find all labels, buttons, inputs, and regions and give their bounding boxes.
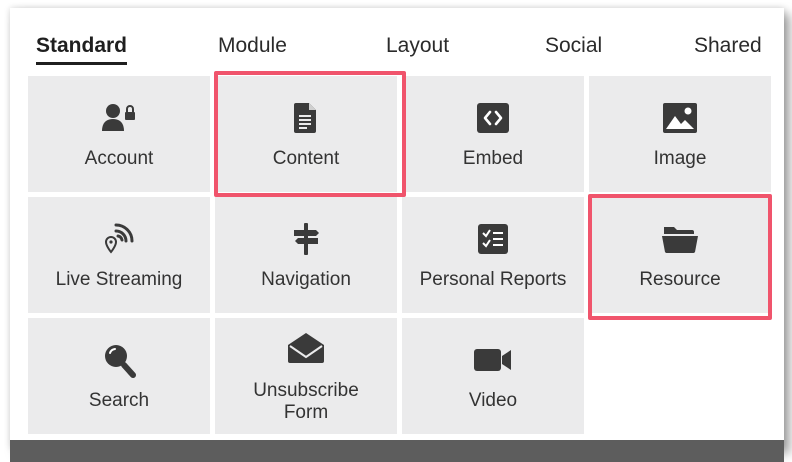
tile-unsubscribe-form-label-line2: Form xyxy=(283,402,329,423)
tile-image[interactable]: Image xyxy=(589,76,771,192)
tile-video-label: Video xyxy=(468,390,518,411)
tab-bar: Standard Module Layout Social Shared xyxy=(10,8,784,74)
tile-live-streaming-label: Live Streaming xyxy=(55,269,183,290)
account-lock-icon xyxy=(28,100,210,136)
widget-picker-panel: Standard Module Layout Social Shared Acc… xyxy=(10,8,784,448)
tab-module[interactable]: Module xyxy=(218,34,287,58)
widget-grid: Account Content Embed Image Live Streami… xyxy=(28,76,786,446)
tile-embed-label: Embed xyxy=(462,148,524,169)
tile-unsubscribe-form[interactable]: Unsubscribe Form xyxy=(215,318,397,434)
image-icon xyxy=(589,100,771,136)
tile-content-label: Content xyxy=(272,148,340,169)
tile-search[interactable]: Search xyxy=(28,318,210,434)
tab-social[interactable]: Social xyxy=(545,34,602,58)
code-brackets-icon xyxy=(402,100,584,136)
tile-unsubscribe-form-label-line1: Unsubscribe xyxy=(253,380,359,401)
envelope-open-icon xyxy=(215,330,397,366)
tile-unsubscribe-form-label: Unsubscribe Form xyxy=(219,380,393,424)
video-camera-icon xyxy=(402,342,584,378)
tile-video[interactable]: Video xyxy=(402,318,584,434)
folder-open-icon xyxy=(589,221,771,257)
tile-account-label: Account xyxy=(84,148,154,169)
document-icon xyxy=(215,100,397,136)
tile-navigation[interactable]: Navigation xyxy=(215,197,397,313)
tile-personal-reports-label: Personal Reports xyxy=(419,269,567,290)
tile-live-streaming[interactable]: Live Streaming xyxy=(28,197,210,313)
search-icon xyxy=(28,342,210,378)
tab-shared[interactable]: Shared xyxy=(694,34,762,58)
tile-resource[interactable]: Resource xyxy=(589,197,771,313)
tile-personal-reports[interactable]: Personal Reports xyxy=(402,197,584,313)
tile-search-label: Search xyxy=(88,390,150,411)
bottom-bar xyxy=(10,440,784,462)
tile-account[interactable]: Account xyxy=(28,76,210,192)
tab-layout[interactable]: Layout xyxy=(386,34,449,58)
signpost-icon xyxy=(215,221,397,257)
tile-resource-label: Resource xyxy=(639,269,721,290)
checklist-icon xyxy=(402,221,584,257)
live-streaming-icon xyxy=(28,221,210,257)
tile-image-label: Image xyxy=(653,148,707,169)
tab-standard[interactable]: Standard xyxy=(36,34,128,65)
tile-embed[interactable]: Embed xyxy=(402,76,584,192)
tile-content[interactable]: Content xyxy=(215,76,397,192)
tile-navigation-label: Navigation xyxy=(261,269,351,290)
